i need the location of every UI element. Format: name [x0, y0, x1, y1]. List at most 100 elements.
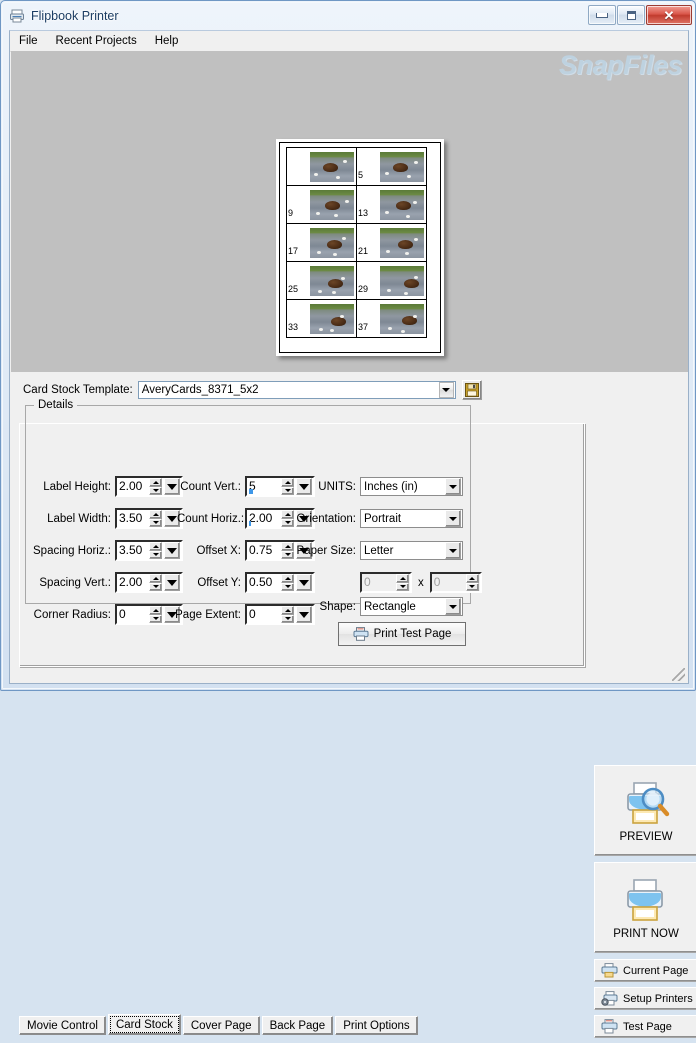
chevron-down-icon[interactable]: [445, 598, 461, 615]
custom-height-input[interactable]: 0: [429, 572, 482, 593]
card-cell: [287, 148, 357, 186]
menu-item-file[interactable]: File: [10, 33, 47, 49]
page-extent-input[interactable]: 0: [245, 604, 315, 625]
field-units: UNITS: Inches (in): [316, 477, 463, 496]
paper-size-combo[interactable]: Letter: [360, 541, 463, 560]
custom-paper-size-row: 0 x 0: [360, 572, 482, 593]
stepper-down[interactable]: [465, 582, 479, 591]
stepper-up[interactable]: [149, 510, 162, 519]
stepper-up[interactable]: [465, 574, 479, 583]
chevron-down-icon[interactable]: [438, 382, 454, 398]
stepper-down[interactable]: [281, 614, 294, 623]
label-width-input[interactable]: 3.50: [115, 508, 183, 529]
units-combo[interactable]: Inches (in): [360, 477, 463, 496]
card-number: 13: [358, 208, 369, 218]
spacing-vert-label: Spacing Vert.:: [39, 576, 111, 589]
custom-width-stepper[interactable]: [396, 574, 409, 591]
current-page-button[interactable]: Current Page: [594, 959, 696, 982]
save-template-button[interactable]: [461, 380, 482, 400]
setup-printers-button[interactable]: Setup Printers: [594, 987, 696, 1010]
action-panel: PREVIEW PRINT NOW Current Page Setup Pri…: [594, 765, 696, 1043]
stepper-down[interactable]: [281, 486, 294, 495]
bird-shape: [318, 289, 322, 293]
page-extent-stepper[interactable]: [281, 606, 294, 623]
stepper-up[interactable]: [281, 574, 294, 583]
shape-combo[interactable]: Rectangle: [360, 597, 463, 616]
field-label-width: Label Width: 3.50: [33, 508, 183, 529]
chevron-down-icon[interactable]: [445, 510, 461, 527]
minimize-icon: [596, 12, 608, 18]
offset-y-dropdown[interactable]: [296, 574, 312, 591]
frame-thumbnail: [310, 227, 354, 258]
stepper-down[interactable]: [149, 518, 162, 527]
count-vert-input[interactable]: 5: [245, 476, 315, 497]
spacing-vert-stepper[interactable]: [149, 574, 162, 591]
stepper-up[interactable]: [149, 606, 162, 615]
stepper-up[interactable]: [149, 574, 162, 583]
bird-shape: [342, 236, 346, 240]
offset-y-input[interactable]: 0.50: [245, 572, 315, 593]
spacing-vert-input[interactable]: 2.00: [115, 572, 183, 593]
label-height-input[interactable]: 2.00: [115, 476, 183, 497]
count-vert-dropdown[interactable]: [296, 478, 312, 495]
print-test-page-button[interactable]: Print Test Page: [338, 622, 466, 646]
label-height-value: 2.00: [119, 479, 143, 493]
stepper-down[interactable]: [396, 582, 409, 591]
stepper-up[interactable]: [149, 542, 162, 551]
orientation-combo[interactable]: Portrait: [360, 509, 463, 528]
title-bar[interactable]: Flipbook Printer ✕: [3, 3, 695, 29]
card-stock-template-combo[interactable]: AveryCards_8371_5x2: [137, 381, 456, 399]
minimize-button[interactable]: [588, 5, 616, 25]
stepper-down[interactable]: [149, 550, 162, 559]
stepper-down[interactable]: [149, 614, 162, 623]
chevron-down-icon[interactable]: [445, 478, 461, 495]
tab-cover-page[interactable]: Cover Page: [182, 1016, 260, 1035]
count-horiz-track[interactable]: [249, 521, 251, 526]
tab-card-stock[interactable]: Card Stock: [107, 1014, 181, 1035]
stepper-down[interactable]: [149, 486, 162, 495]
stepper-down[interactable]: [281, 582, 294, 591]
custom-height-stepper[interactable]: [465, 574, 479, 591]
count-vert-stepper[interactable]: [281, 478, 294, 495]
spacing-horiz-label: Spacing Horiz.:: [33, 544, 111, 557]
menu-item-help[interactable]: Help: [146, 33, 188, 49]
label-height-label: Label Height:: [43, 480, 111, 493]
stepper-down[interactable]: [149, 582, 162, 591]
count-vert-track[interactable]: [249, 489, 253, 494]
stepper-up[interactable]: [281, 478, 294, 487]
resize-grip[interactable]: [672, 668, 685, 681]
tab-print-options[interactable]: Print Options: [335, 1016, 418, 1035]
bear-shape: [331, 316, 346, 326]
offset-y-stepper[interactable]: [281, 574, 294, 591]
spacing-horiz-input[interactable]: 3.50: [115, 540, 183, 561]
menu-item-recent-projects[interactable]: Recent Projects: [47, 33, 146, 49]
label-width-stepper[interactable]: [149, 510, 162, 527]
tab-back-page[interactable]: Back Page: [261, 1016, 334, 1035]
print-now-button[interactable]: PRINT NOW: [594, 862, 696, 953]
corner-radius-stepper[interactable]: [149, 606, 162, 623]
bird-shape: [388, 326, 392, 330]
units-label: UNITS:: [318, 480, 356, 493]
preview-button[interactable]: PREVIEW: [594, 765, 696, 856]
stepper-up[interactable]: [396, 574, 409, 583]
chevron-down-icon[interactable]: [445, 542, 461, 559]
stepper-up[interactable]: [281, 606, 294, 615]
print-now-button-label: PRINT NOW: [613, 927, 679, 940]
close-button[interactable]: ✕: [646, 5, 692, 25]
bear-shape: [396, 200, 411, 210]
tab-label: Movie Control: [27, 1019, 98, 1032]
custom-width-input[interactable]: 0: [360, 572, 412, 593]
details-legend: Details: [34, 399, 78, 411]
maximize-button[interactable]: [617, 5, 645, 25]
current-page-label: Current Page: [623, 964, 689, 977]
page-extent-dropdown[interactable]: [296, 606, 312, 623]
stepper-up[interactable]: [149, 478, 162, 487]
test-page-button[interactable]: Test Page: [594, 1015, 696, 1038]
spacing-horiz-stepper[interactable]: [149, 542, 162, 559]
tab-movie-control[interactable]: Movie Control: [19, 1016, 106, 1035]
template-label: Card Stock Template:: [23, 384, 133, 396]
bird-shape: [413, 200, 417, 204]
label-height-stepper[interactable]: [149, 478, 162, 495]
field-paper-size: Paper Size: Letter: [290, 541, 463, 560]
preview-canvas[interactable]: SnapFiles 5 9 13 17 21 25 29 33 37: [11, 51, 688, 372]
